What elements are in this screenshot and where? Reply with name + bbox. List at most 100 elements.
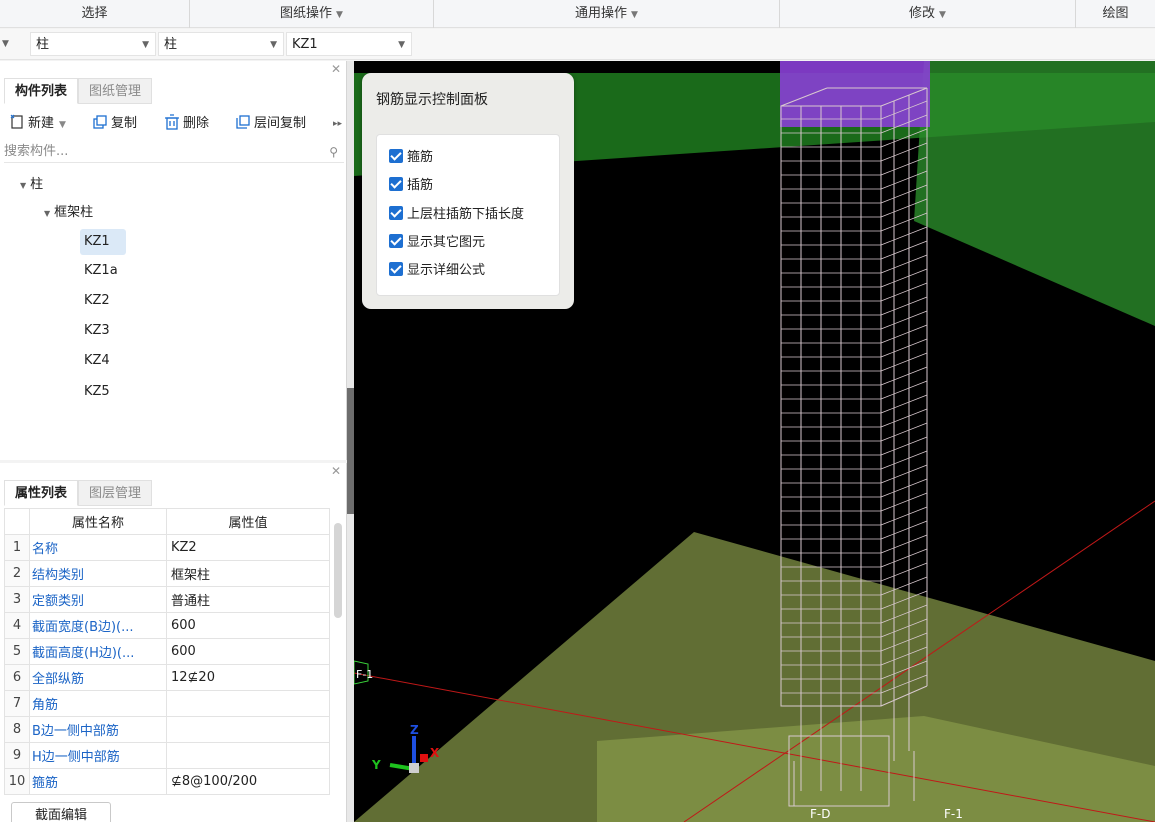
checkbox-checked-icon[interactable] [389, 262, 403, 276]
checkbox-stirrup[interactable]: 箍筋 [389, 148, 433, 168]
element-select[interactable]: KZ1 ▼ [286, 32, 412, 56]
close-icon[interactable]: ✕ [331, 464, 341, 478]
chevron-down-icon: ▼ [59, 120, 66, 130]
tab-layer-management[interactable]: 图层管理 [78, 480, 153, 506]
chevron-down-icon: ▼ [336, 10, 343, 20]
table-row[interactable]: 8 B边一侧中部筋 [4, 716, 330, 743]
list-item[interactable]: KZ1 [80, 229, 126, 255]
column-top [780, 61, 930, 127]
copy-button[interactable]: 复制 [92, 113, 137, 135]
category-select[interactable]: 柱 ▼ [30, 32, 156, 56]
new-file-icon [10, 114, 23, 129]
tree-node-frame-column[interactable]: ▼ 框架柱 [44, 201, 93, 225]
stirrup-line [880, 296, 928, 316]
stirrup-line [880, 394, 928, 414]
z-axis-label: Z [410, 723, 419, 737]
tab-drawing-management[interactable]: 图纸管理 [78, 78, 153, 104]
rebar-display-panel: 钢筋显示控制面板 箍筋 插筋 上层柱插筋下插长度 显示其它图元 显示详细公式 [362, 73, 574, 309]
x-axis-label: X [430, 746, 440, 760]
checkbox-upper-dowel-length[interactable]: 上层柱插筋下插长度 [389, 205, 524, 225]
table-row[interactable]: 5 截面高度(H边)(... 600 [4, 638, 330, 665]
chevron-down-icon: ▼ [142, 40, 149, 50]
stirrup-line [880, 422, 928, 442]
chevron-down-icon: ▼ [398, 40, 405, 50]
stirrup-line [880, 240, 928, 260]
table-row[interactable]: 4 截面宽度(B边)(... 600 [4, 612, 330, 639]
stirrup-line [880, 352, 928, 372]
search-input[interactable]: 搜索构件... ⚲ [4, 141, 344, 163]
stirrup-line [880, 282, 928, 302]
trash-icon [165, 114, 179, 130]
list-item[interactable]: KZ4 [80, 348, 126, 374]
section-edit-button[interactable]: 截面编辑 [11, 802, 111, 822]
caret-down-icon[interactable]: ▼ [20, 181, 26, 190]
checkbox-checked-icon[interactable] [389, 206, 403, 220]
ribbon-group-drawing-ops[interactable]: 图纸操作 ▼ [190, 0, 434, 28]
chevron-down-icon: ▼ [631, 10, 638, 20]
chevron-down-icon[interactable]: ▼ [2, 32, 9, 56]
selector-bar: ▼ 柱 ▼ 柱 ▼ KZ1 ▼ [0, 29, 1155, 60]
stirrup-line [880, 464, 928, 484]
ribbon-group-select[interactable]: 选择 [0, 0, 190, 28]
floor-copy-button[interactable]: 层间复制 [235, 113, 306, 135]
search-icon[interactable]: ⚲ [329, 141, 338, 163]
stirrup-line [880, 408, 928, 428]
index-header [4, 508, 30, 535]
type-select[interactable]: 柱 ▼ [158, 32, 284, 56]
stirrup-line [880, 534, 928, 554]
table-row[interactable]: 10 箍筋 ⊈8@100/200 [4, 768, 330, 795]
checkbox-checked-icon[interactable] [389, 234, 403, 248]
new-button[interactable]: 新建 ▼ [9, 113, 66, 135]
stirrup-line [880, 310, 928, 330]
component-toolbar: 新建 ▼ 复制 删除 层间复制 ▸▸ [0, 110, 347, 138]
stirrup-line [880, 562, 928, 582]
close-icon[interactable]: ✕ [331, 62, 341, 76]
rebar-options-box: 箍筋 插筋 上层柱插筋下插长度 显示其它图元 显示详细公式 [376, 134, 560, 296]
table-header-row: 属性名称 属性值 [4, 508, 330, 535]
table-row[interactable]: 9 H边一侧中部筋 [4, 742, 330, 769]
table-row[interactable]: 6 全部纵筋 12⊈20 [4, 664, 330, 691]
splitter-handle[interactable] [347, 388, 354, 514]
ribbon-group-draw[interactable]: 绘图 [1076, 0, 1155, 28]
copy-icon [93, 115, 107, 129]
chevron-down-icon: ▼ [939, 10, 946, 20]
y-axis-label: Y [371, 758, 381, 772]
stirrup-line [880, 268, 928, 288]
tab-component-list[interactable]: 构件列表 [4, 78, 79, 104]
stirrup-line [880, 226, 928, 246]
grid-marker-label: F-1 [356, 668, 373, 681]
stirrup-line [880, 436, 928, 456]
ribbon-group-bar: 选择 图纸操作 ▼ 通用操作 ▼ 修改 ▼ 绘图 [0, 0, 1155, 28]
tree-node-column[interactable]: ▼ 柱 [20, 173, 43, 197]
table-row[interactable]: 3 定额类别 普通柱 [4, 586, 330, 613]
stirrup-line [880, 478, 928, 498]
table-row[interactable]: 7 角筋 [4, 690, 330, 717]
delete-button[interactable]: 删除 [164, 113, 209, 135]
caret-down-icon[interactable]: ▼ [44, 209, 50, 218]
stirrup-line [880, 366, 928, 386]
property-scrollbar[interactable] [334, 523, 342, 618]
more-icon[interactable]: ▸▸ [333, 113, 342, 135]
stirrup-line [880, 338, 928, 358]
checkbox-show-formula[interactable]: 显示详细公式 [389, 261, 485, 281]
checkbox-dowel[interactable]: 插筋 [389, 176, 433, 196]
ribbon-group-modify[interactable]: 修改 ▼ [780, 0, 1076, 28]
ribbon-group-general-ops[interactable]: 通用操作 ▼ [434, 0, 780, 28]
tab-property-list[interactable]: 属性列表 [4, 480, 79, 506]
list-item[interactable]: KZ2 [80, 288, 126, 314]
checkbox-show-other-elements[interactable]: 显示其它图元 [389, 233, 485, 253]
beam-diagonal [914, 61, 1155, 326]
table-row[interactable]: 1 名称 KZ2 [4, 534, 330, 561]
stirrup-line [880, 520, 928, 540]
checkbox-checked-icon[interactable] [389, 149, 403, 163]
property-table: 属性名称 属性值 1 名称 KZ2 2 结构类别 框架柱 3 定额类别 普通柱 4 截面宽度(… [4, 508, 330, 795]
table-row[interactable]: 2 结构类别 框架柱 [4, 560, 330, 587]
list-item[interactable]: KZ5 [80, 379, 126, 405]
stirrup-line [880, 450, 928, 470]
stirrup-line [880, 380, 928, 400]
property-panel-tabs: 属性列表 图层管理 [4, 480, 153, 506]
floor-copy-icon [236, 115, 250, 129]
list-item[interactable]: KZ3 [80, 318, 126, 344]
list-item[interactable]: KZ1a [80, 258, 126, 284]
checkbox-checked-icon[interactable] [389, 177, 403, 191]
